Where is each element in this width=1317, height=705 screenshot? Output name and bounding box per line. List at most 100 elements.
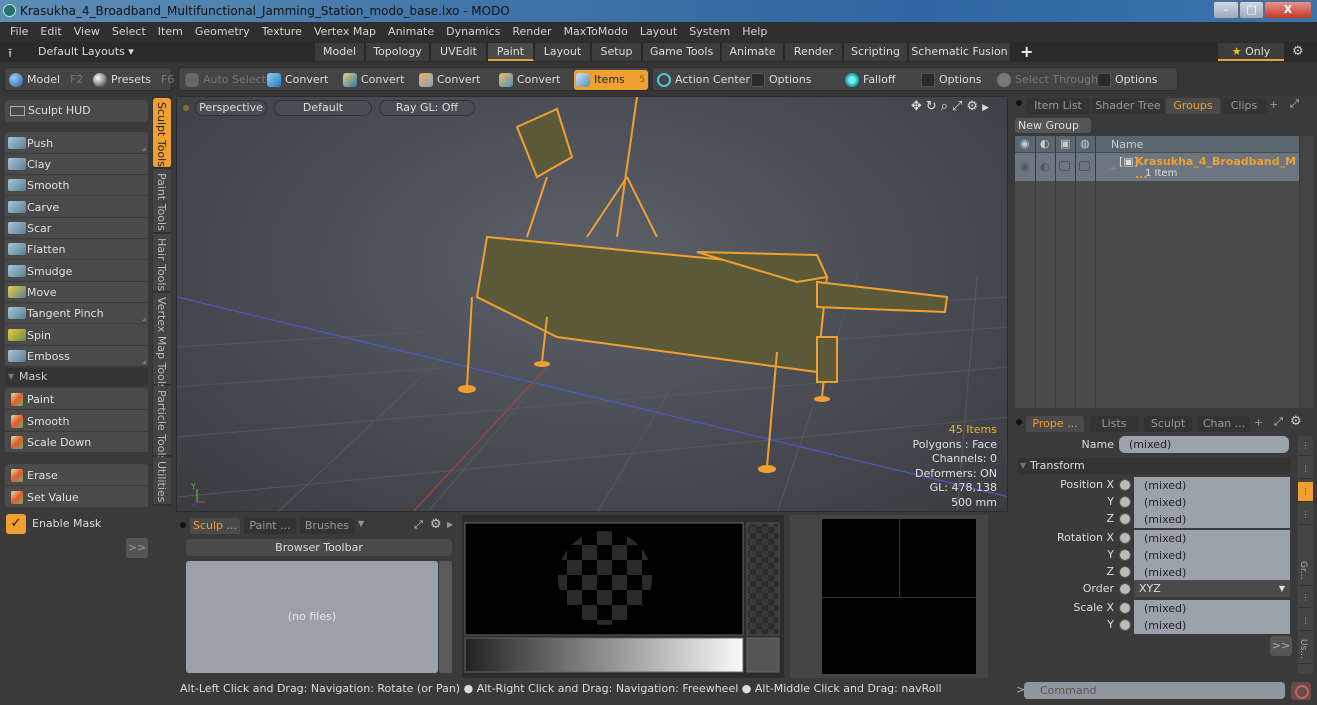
tab-setup[interactable]: Setup bbox=[592, 43, 642, 61]
maximize-icon[interactable]: ⤢ bbox=[952, 99, 966, 114]
arrow-right-icon[interactable]: ▶ bbox=[982, 103, 993, 113]
expand-more-button[interactable]: >> bbox=[126, 538, 148, 558]
gear-icon[interactable]: ⚙ bbox=[1292, 44, 1308, 59]
vtab-vertex-map-tools[interactable]: Vertex Map Tools bbox=[153, 293, 171, 390]
browser-scrollbar[interactable] bbox=[439, 561, 452, 673]
menu-view[interactable]: View bbox=[68, 22, 106, 38]
presets-button[interactable]: Presets F6 bbox=[91, 70, 174, 90]
model-mode-button[interactable]: Model F2 bbox=[7, 70, 83, 90]
convert-vertices-button[interactable]: Convert bbox=[265, 70, 329, 90]
rotation-x-field[interactable]: (mixed) bbox=[1134, 530, 1290, 547]
maximize-panel-icon[interactable]: ⤢ bbox=[1290, 97, 1299, 111]
browser-toolbar-button[interactable]: Browser Toolbar bbox=[186, 539, 452, 556]
only-filter-button[interactable]: ★ Only bbox=[1218, 43, 1284, 61]
select-icon[interactable]: ◍ bbox=[1080, 137, 1090, 150]
tab-schematic-fusion[interactable]: Schematic Fusion bbox=[909, 43, 1011, 61]
falloff-options-button[interactable]: Options bbox=[919, 70, 981, 90]
tool-scar[interactable]: Scar bbox=[5, 218, 148, 239]
keyframe-dot[interactable] bbox=[1119, 583, 1131, 595]
tab-scripting[interactable]: Scripting bbox=[844, 43, 908, 61]
options-checkbox[interactable] bbox=[921, 73, 935, 87]
view-perspective-button[interactable]: Perspective bbox=[195, 100, 267, 116]
position-x-field[interactable]: (mixed) bbox=[1134, 477, 1290, 494]
side-tab[interactable]: ⋮ bbox=[1298, 611, 1313, 631]
expand-plus-icon[interactable]: + bbox=[1109, 162, 1118, 175]
keyframe-dot[interactable] bbox=[1119, 532, 1131, 544]
gear-icon[interactable]: ⚙ bbox=[1290, 414, 1302, 429]
groups-scrollbar[interactable] bbox=[1300, 136, 1314, 408]
menu-geometry[interactable]: Geometry bbox=[189, 22, 256, 38]
expand-more-button[interactable]: >> bbox=[1270, 636, 1292, 656]
tool-flatten[interactable]: Flatten bbox=[5, 239, 148, 260]
menu-maxtomodo[interactable]: MaxToModo bbox=[558, 22, 634, 38]
rotate-icon[interactable]: ↻ bbox=[926, 99, 941, 114]
name-field[interactable]: (mixed) bbox=[1119, 436, 1289, 453]
row-eye-icon[interactable]: ◉ bbox=[1020, 160, 1030, 173]
tab-properties[interactable]: Prope ... bbox=[1026, 416, 1084, 432]
options-checkbox[interactable] bbox=[751, 73, 765, 87]
row-lock-box[interactable] bbox=[1059, 161, 1070, 171]
tab-uvedit[interactable]: UVEdit bbox=[431, 43, 487, 61]
viewport-options-dot[interactable] bbox=[183, 105, 189, 111]
scale-x-field[interactable]: (mixed) bbox=[1134, 600, 1290, 617]
tab-sculpt[interactable]: Sculpt bbox=[1144, 416, 1192, 432]
menu-texture[interactable]: Texture bbox=[256, 22, 308, 38]
raygl-toggle-button[interactable]: Ray GL: Off bbox=[379, 100, 475, 116]
chevron-down-icon[interactable]: ▼ bbox=[358, 519, 364, 528]
auto-select-button[interactable]: Auto Select bbox=[183, 70, 266, 90]
side-tab[interactable]: ⋮ bbox=[1298, 588, 1313, 608]
tab-item-list[interactable]: Item List bbox=[1026, 98, 1090, 114]
vtab-particle-tools[interactable]: Particle Tools bbox=[153, 386, 171, 461]
brush-color-swatch[interactable] bbox=[746, 637, 780, 673]
action-center-options-button[interactable]: Options bbox=[749, 70, 811, 90]
items-mode-button[interactable]: Items 5 bbox=[574, 70, 648, 90]
tool-emboss[interactable]: Emboss bbox=[5, 346, 148, 367]
side-tab[interactable]: ⋮ bbox=[1298, 459, 1313, 479]
keyframe-dot[interactable] bbox=[1119, 602, 1131, 614]
vtab-paint-tools[interactable]: Paint Tools bbox=[153, 169, 171, 233]
tool-push[interactable]: Push bbox=[5, 133, 148, 154]
keyframe-dot[interactable] bbox=[1119, 479, 1131, 491]
new-group-button[interactable]: New Group bbox=[1015, 118, 1091, 133]
pan-icon[interactable]: ✥ bbox=[911, 99, 926, 114]
tab-layout[interactable]: Layout bbox=[535, 43, 591, 61]
rotation-order-dropdown[interactable]: XYZ ▼ bbox=[1134, 580, 1290, 597]
tool-move[interactable]: Move bbox=[5, 282, 148, 303]
gear-icon[interactable]: ⚙ bbox=[966, 99, 982, 114]
side-tab-us[interactable]: Us... bbox=[1298, 634, 1313, 664]
tab-lists[interactable]: Lists bbox=[1090, 416, 1138, 432]
tool-spin[interactable]: Spin bbox=[5, 325, 148, 346]
falloff-button[interactable]: Falloff bbox=[843, 70, 895, 90]
menu-help[interactable]: Help bbox=[736, 22, 773, 38]
arrow-right-icon[interactable]: ▶ bbox=[447, 520, 453, 529]
keyframe-dot[interactable] bbox=[1119, 566, 1131, 578]
side-tab-gr[interactable]: Gr... bbox=[1298, 556, 1313, 586]
gear-icon[interactable]: ⚙ bbox=[430, 517, 442, 532]
mask-erase[interactable]: Erase bbox=[5, 465, 148, 486]
menu-select[interactable]: Select bbox=[106, 22, 152, 38]
minimize-button[interactable]: – bbox=[1213, 1, 1239, 19]
position-z-field[interactable]: (mixed) bbox=[1134, 511, 1290, 528]
tab-channels[interactable]: Chan ... bbox=[1198, 416, 1250, 432]
tool-smooth[interactable]: Smooth bbox=[5, 175, 148, 196]
rotation-z-field[interactable]: (mixed) bbox=[1134, 564, 1290, 581]
panel-menu-dot[interactable] bbox=[180, 522, 186, 528]
select-through-button[interactable]: Select Through bbox=[995, 70, 1098, 90]
add-tab-button[interactable]: + bbox=[1254, 416, 1263, 429]
tab-clips[interactable]: Clips bbox=[1222, 98, 1266, 114]
sculpt-hud-button[interactable]: Sculpt HUD bbox=[5, 100, 148, 122]
mask-set-value[interactable]: Set Value bbox=[5, 487, 148, 508]
menu-edit[interactable]: Edit bbox=[34, 22, 67, 38]
vtab-hair-tools[interactable]: Hair Tools bbox=[153, 234, 171, 292]
menu-animate[interactable]: Animate bbox=[382, 22, 440, 38]
record-macro-button[interactable] bbox=[1291, 682, 1311, 700]
add-tab-button[interactable]: + bbox=[1269, 98, 1278, 111]
side-tab[interactable]: ⋮ bbox=[1298, 436, 1313, 456]
menu-system[interactable]: System bbox=[683, 22, 736, 38]
mask-smooth[interactable]: Smooth bbox=[5, 411, 148, 432]
close-button[interactable]: X bbox=[1264, 1, 1312, 19]
tab-groups[interactable]: Groups bbox=[1166, 98, 1220, 114]
side-tab-active[interactable]: ⋮ bbox=[1298, 482, 1313, 502]
convert-polygons-button[interactable]: Convert bbox=[417, 70, 481, 90]
panel-menu-dot[interactable] bbox=[1016, 100, 1022, 106]
